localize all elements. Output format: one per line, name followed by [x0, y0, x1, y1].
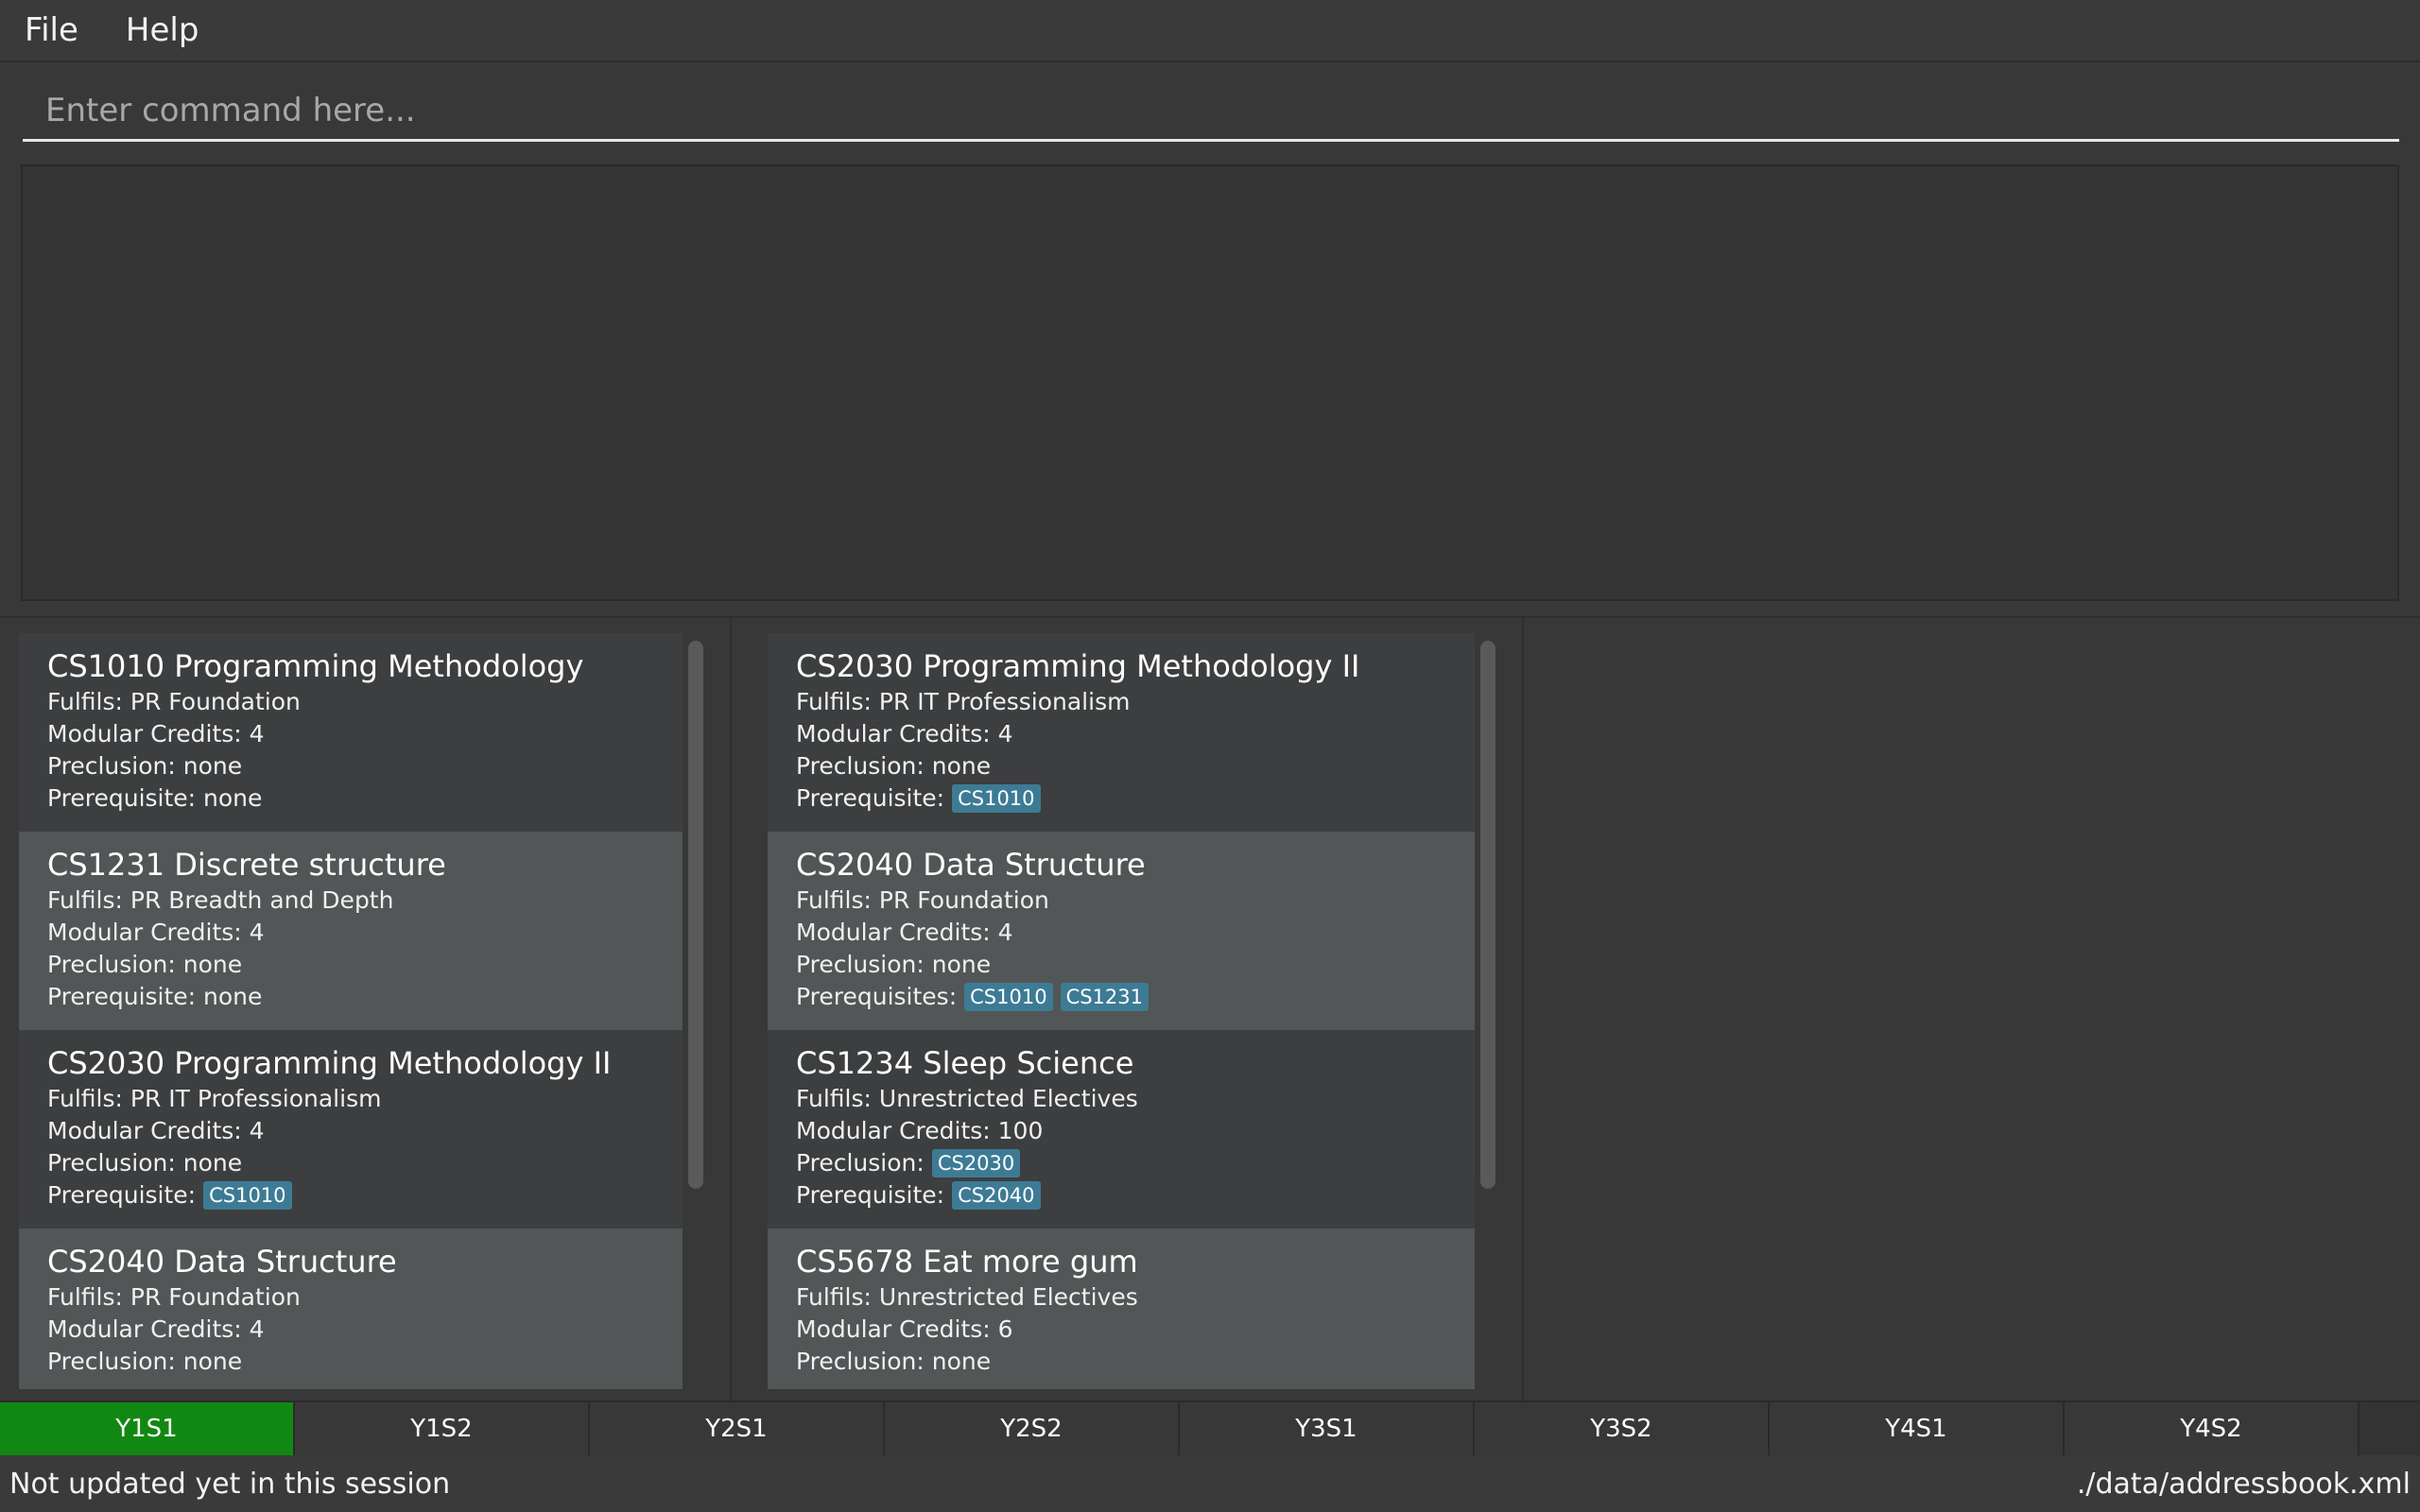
module-card[interactable]: CS2030 Programming Methodology II Fulfils… [19, 1030, 683, 1228]
module-card[interactable]: CS1010 Programming Methodology Fulfils: P… [19, 633, 683, 832]
module-lists-area: CS1010 Programming Methodology Fulfils: P… [0, 616, 2420, 1402]
module-fulfils: Fulfils: PR Breadth and Depth [47, 886, 394, 914]
scrollbar-right[interactable] [1478, 633, 1499, 1389]
scrollbar-thumb-right[interactable] [1480, 641, 1495, 1189]
prerequisite-label: Prerequisite: [47, 1181, 197, 1209]
module-prerequisite: Prerequisite: CS1010 [47, 1179, 654, 1211]
module-credits: Modular Credits: 100 [796, 1117, 1044, 1144]
scrollbar-thumb-left[interactable] [688, 641, 703, 1189]
prerequisite-label: Prerequisite: [796, 1181, 945, 1209]
module-list-left[interactable]: CS1010 Programming Methodology Fulfils: P… [19, 633, 683, 1389]
module-credits: Modular Credits: 6 [796, 1315, 1013, 1343]
module-fulfils: Fulfils: Unrestricted Electives [796, 1283, 1138, 1311]
command-box [23, 81, 2399, 142]
divider [1522, 618, 1524, 1402]
module-credits: Modular Credits: 4 [796, 919, 1013, 946]
tab-y2s2[interactable]: Y2S2 [885, 1402, 1180, 1455]
module-card[interactable]: CS2040 Data Structure Fulfils: PR Foundat… [768, 832, 1475, 1030]
module-card[interactable]: CS1231 Discrete structure Fulfils: PR Bre… [19, 832, 683, 1030]
module-preclusion: Preclusion: none [47, 951, 243, 978]
module-card[interactable]: CS1234 Sleep Science Fulfils: Unrestricte… [768, 1030, 1475, 1228]
module-preclusion: Preclusion: none [796, 752, 992, 780]
module-credits: Modular Credits: 4 [796, 720, 1013, 747]
prerequisite-tag: CS1010 [964, 983, 1053, 1011]
prerequisite-tag: CS1010 [952, 784, 1041, 813]
module-list-right[interactable]: CS2030 Programming Methodology II Fulfils… [768, 633, 1475, 1389]
module-fulfils: Fulfils: PR IT Professionalism [796, 688, 1131, 715]
module-prerequisite: Prerequisite: CS1010 [796, 782, 1446, 815]
module-preclusion: Preclusion: none [47, 1348, 243, 1375]
module-credits: Modular Credits: 4 [47, 1117, 265, 1144]
module-card[interactable]: CS2040 Data Structure Fulfils: PR Foundat… [19, 1228, 683, 1389]
module-fulfils: Fulfils: PR Foundation [47, 688, 301, 715]
tab-y2s1[interactable]: Y2S1 [590, 1402, 885, 1455]
module-title: CS1010 Programming Methodology [47, 648, 584, 684]
module-title: CS2040 Data Structure [796, 847, 1146, 883]
tab-y3s2[interactable]: Y3S2 [1475, 1402, 1770, 1455]
preclusion-tag: CS2030 [931, 1149, 1021, 1177]
module-fulfils: Fulfils: PR Foundation [47, 1283, 301, 1311]
module-preclusion: Preclusion: none [796, 951, 992, 978]
sync-status: Not updated yet in this session [9, 1467, 451, 1501]
menu-bar: File Help [0, 0, 2420, 62]
module-prerequisite: Prerequisite: none [47, 981, 654, 1013]
prerequisite-label: Prerequisite: none [47, 784, 263, 812]
result-display [21, 164, 2399, 601]
module-credits: Modular Credits: 4 [47, 919, 265, 946]
tab-y1s2[interactable]: Y1S2 [295, 1402, 590, 1455]
semester-tabs: Y1S1 Y1S2 Y2S1 Y2S2 Y3S1 Y3S2 Y4S1 Y4S2 [0, 1400, 2420, 1455]
command-input[interactable] [23, 81, 2399, 139]
module-prerequisite: Prerequisite: none [47, 782, 654, 815]
module-fulfils: Fulfils: PR IT Professionalism [47, 1085, 382, 1112]
preclusion-label: Preclusion: [796, 1149, 925, 1177]
module-title: CS1234 Sleep Science [796, 1045, 1134, 1081]
module-credits: Modular Credits: 4 [47, 1315, 265, 1343]
module-fulfils: Fulfils: PR Foundation [796, 886, 1049, 914]
prerequisite-tag: CS1231 [1060, 983, 1149, 1011]
module-title: CS5678 Eat more gum [796, 1244, 1138, 1280]
menu-help[interactable]: Help [120, 8, 205, 53]
module-credits: Modular Credits: 4 [47, 720, 265, 747]
status-bar: Not updated yet in this session ./data/a… [0, 1455, 2420, 1512]
module-preclusion: Preclusion: none [47, 752, 243, 780]
scrollbar-left[interactable] [686, 633, 707, 1389]
prerequisite-tag: CS2040 [952, 1181, 1041, 1210]
tab-y1s1[interactable]: Y1S1 [0, 1402, 295, 1455]
prerequisite-tag: CS1010 [203, 1181, 292, 1210]
module-prerequisite: Prerequisites: CS1010 CS1231 [796, 981, 1446, 1013]
module-card[interactable]: CS2030 Programming Methodology II Fulfils… [768, 633, 1475, 832]
tab-y4s1[interactable]: Y4S1 [1770, 1402, 2065, 1455]
module-title: CS2040 Data Structure [47, 1244, 397, 1280]
module-card[interactable]: CS5678 Eat more gum Fulfils: Unrestricted… [768, 1228, 1475, 1389]
module-title: CS2030 Programming Methodology II [47, 1045, 612, 1081]
module-title: CS1231 Discrete structure [47, 847, 446, 883]
module-title: CS2030 Programming Methodology II [796, 648, 1360, 684]
module-fulfils: Fulfils: Unrestricted Electives [796, 1085, 1138, 1112]
module-prerequisite: Prerequisite: CS2040 [796, 1179, 1446, 1211]
tab-y3s1[interactable]: Y3S1 [1180, 1402, 1475, 1455]
divider [730, 618, 732, 1402]
save-location: ./data/addressbook.xml [2076, 1467, 2411, 1501]
prerequisite-label: Prerequisite: [796, 784, 945, 812]
module-preclusion: Preclusion: none [796, 1348, 992, 1375]
module-preclusion: Preclusion: CS2030 [796, 1147, 1446, 1179]
module-preclusion: Preclusion: none [47, 1149, 243, 1177]
menu-file[interactable]: File [19, 8, 84, 53]
prerequisite-label: Prerequisite: none [47, 983, 263, 1010]
tab-y4s2[interactable]: Y4S2 [2065, 1402, 2360, 1455]
prerequisite-label: Prerequisites: [796, 983, 958, 1010]
